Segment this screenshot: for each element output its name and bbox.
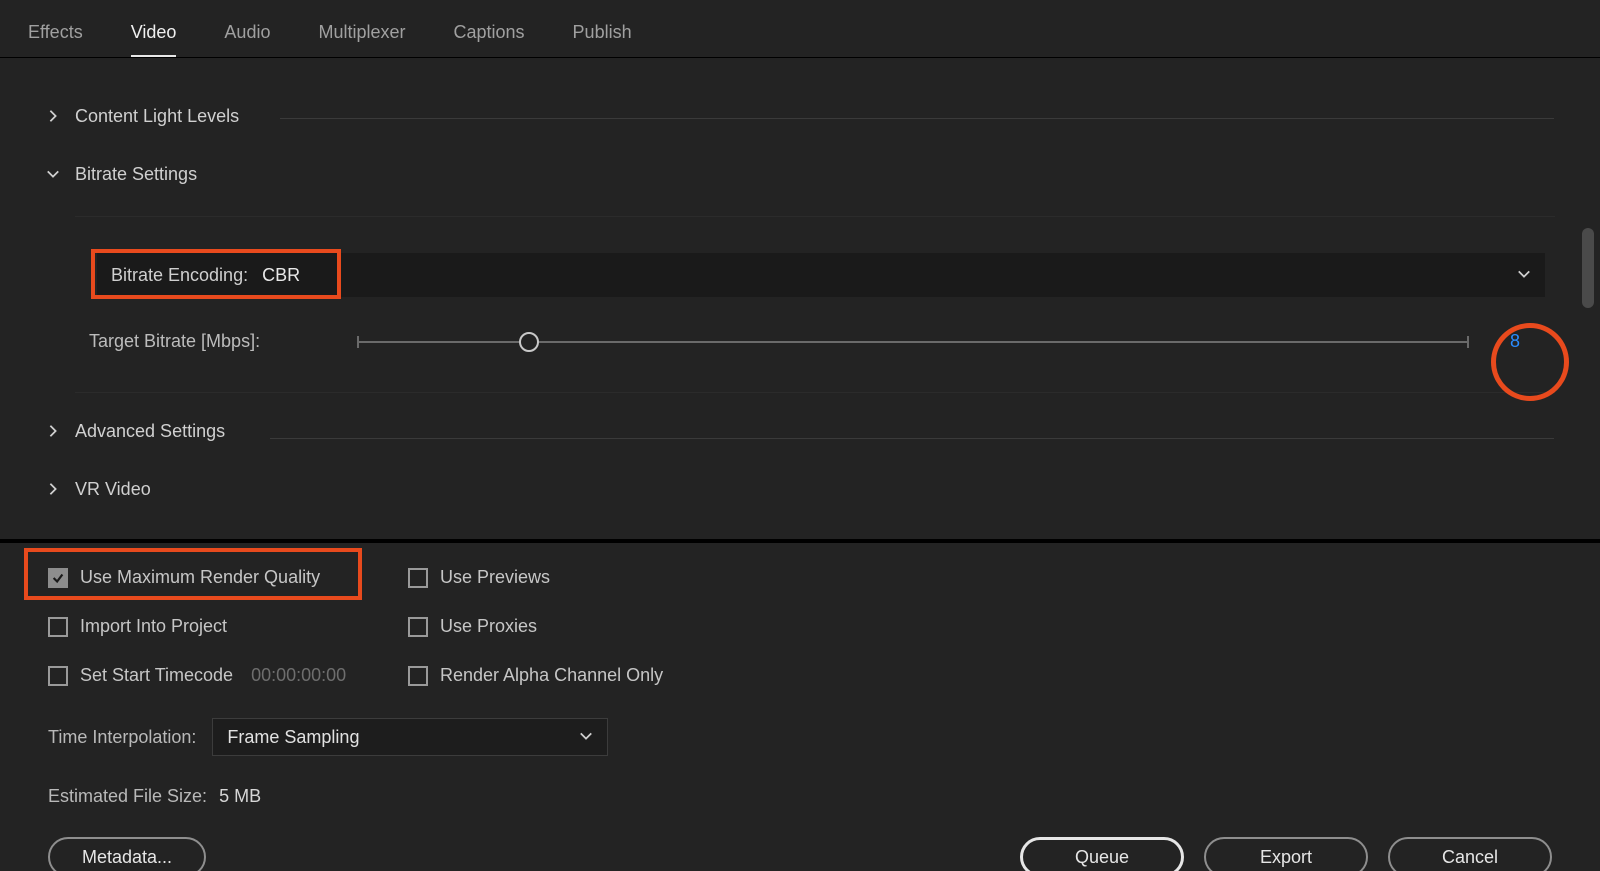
estimated-size-value: 5 MB: [219, 786, 261, 807]
checkbox-icon: [408, 568, 428, 588]
chevron-down-icon: [1517, 265, 1531, 286]
section-label: VR Video: [75, 479, 151, 500]
divider: [270, 438, 1554, 439]
queue-button[interactable]: Queue: [1020, 837, 1184, 871]
time-interpolation-dropdown[interactable]: Frame Sampling: [212, 718, 608, 756]
scrollbar-thumb[interactable]: [1582, 228, 1594, 308]
tab-effects[interactable]: Effects: [28, 22, 83, 57]
tab-captions[interactable]: Captions: [454, 22, 525, 57]
bitrate-settings-body: Bitrate Encoding: CBR Target Bitrate [Mb…: [75, 216, 1555, 393]
checkbox-icon: [48, 568, 68, 588]
target-bitrate-value[interactable]: 8: [1489, 331, 1541, 352]
export-options-grid: Use Maximum Render Quality Use Previews …: [48, 567, 1552, 686]
checkbox-label: Use Proxies: [440, 616, 537, 637]
slider-thumb[interactable]: [519, 332, 539, 352]
footer-button-row: Metadata... Queue Export Cancel: [48, 837, 1552, 871]
target-bitrate-row: Target Bitrate [Mbps]: 8: [83, 331, 1547, 352]
checkbox-icon: [408, 617, 428, 637]
checkbox-icon: [48, 666, 68, 686]
chevron-down-icon: [579, 727, 593, 748]
time-interpolation-row: Time Interpolation: Frame Sampling: [48, 718, 1552, 756]
section-advanced-settings[interactable]: Advanced Settings: [45, 411, 1555, 451]
chevron-right-icon: [45, 482, 61, 496]
checkbox-icon: [48, 617, 68, 637]
checkbox-use-previews[interactable]: Use Previews: [408, 567, 1552, 588]
checkbox-import-into-project[interactable]: Import Into Project: [48, 616, 398, 637]
time-interpolation-label: Time Interpolation:: [48, 727, 196, 748]
estimated-size-label: Estimated File Size:: [48, 786, 207, 807]
bitrate-encoding-value: CBR: [262, 265, 300, 286]
target-bitrate-slider[interactable]: [357, 341, 1469, 343]
divider: [280, 118, 1554, 119]
tab-audio[interactable]: Audio: [224, 22, 270, 57]
section-label: Bitrate Settings: [75, 164, 197, 185]
chevron-right-icon: [45, 424, 61, 438]
metadata-button[interactable]: Metadata...: [48, 837, 206, 871]
export-footer: Use Maximum Render Quality Use Previews …: [0, 539, 1600, 871]
start-timecode-value[interactable]: 00:00:00:00: [251, 665, 346, 686]
chevron-right-icon: [45, 109, 61, 123]
tab-publish[interactable]: Publish: [573, 22, 632, 57]
section-label: Content Light Levels: [75, 106, 239, 127]
checkbox-icon: [408, 666, 428, 686]
section-bitrate-settings[interactable]: Bitrate Settings: [45, 154, 1555, 194]
checkbox-label: Set Start Timecode: [80, 665, 233, 686]
tab-video[interactable]: Video: [131, 22, 177, 57]
checkbox-set-start-timecode[interactable]: Set Start Timecode 00:00:00:00: [48, 665, 398, 686]
checkbox-label: Use Maximum Render Quality: [80, 567, 320, 588]
checkbox-label: Render Alpha Channel Only: [440, 665, 663, 686]
estimated-file-size-row: Estimated File Size: 5 MB: [48, 786, 1552, 807]
export-button[interactable]: Export: [1204, 837, 1368, 871]
section-content-light-levels[interactable]: Content Light Levels: [45, 96, 1555, 136]
checkbox-max-render-quality[interactable]: Use Maximum Render Quality: [48, 567, 398, 588]
video-settings-scroll: Content Light Levels Bitrate Settings Bi…: [0, 58, 1600, 539]
checkbox-label: Import Into Project: [80, 616, 227, 637]
settings-tabbar: Effects Video Audio Multiplexer Captions…: [0, 0, 1600, 58]
cancel-button[interactable]: Cancel: [1388, 837, 1552, 871]
chevron-down-icon: [45, 167, 61, 181]
bitrate-encoding-dropdown[interactable]: Bitrate Encoding: CBR: [97, 253, 1545, 297]
section-vr-video[interactable]: VR Video: [45, 469, 1555, 509]
checkbox-use-proxies[interactable]: Use Proxies: [408, 616, 1552, 637]
bitrate-encoding-label: Bitrate Encoding:: [111, 265, 248, 286]
export-settings-panel: Effects Video Audio Multiplexer Captions…: [0, 0, 1600, 871]
checkbox-label: Use Previews: [440, 567, 550, 588]
tab-multiplexer[interactable]: Multiplexer: [318, 22, 405, 57]
target-bitrate-label: Target Bitrate [Mbps]:: [89, 331, 337, 352]
dropdown-value: Frame Sampling: [227, 727, 359, 748]
section-label: Advanced Settings: [75, 421, 225, 442]
checkbox-render-alpha-only[interactable]: Render Alpha Channel Only: [408, 665, 1552, 686]
